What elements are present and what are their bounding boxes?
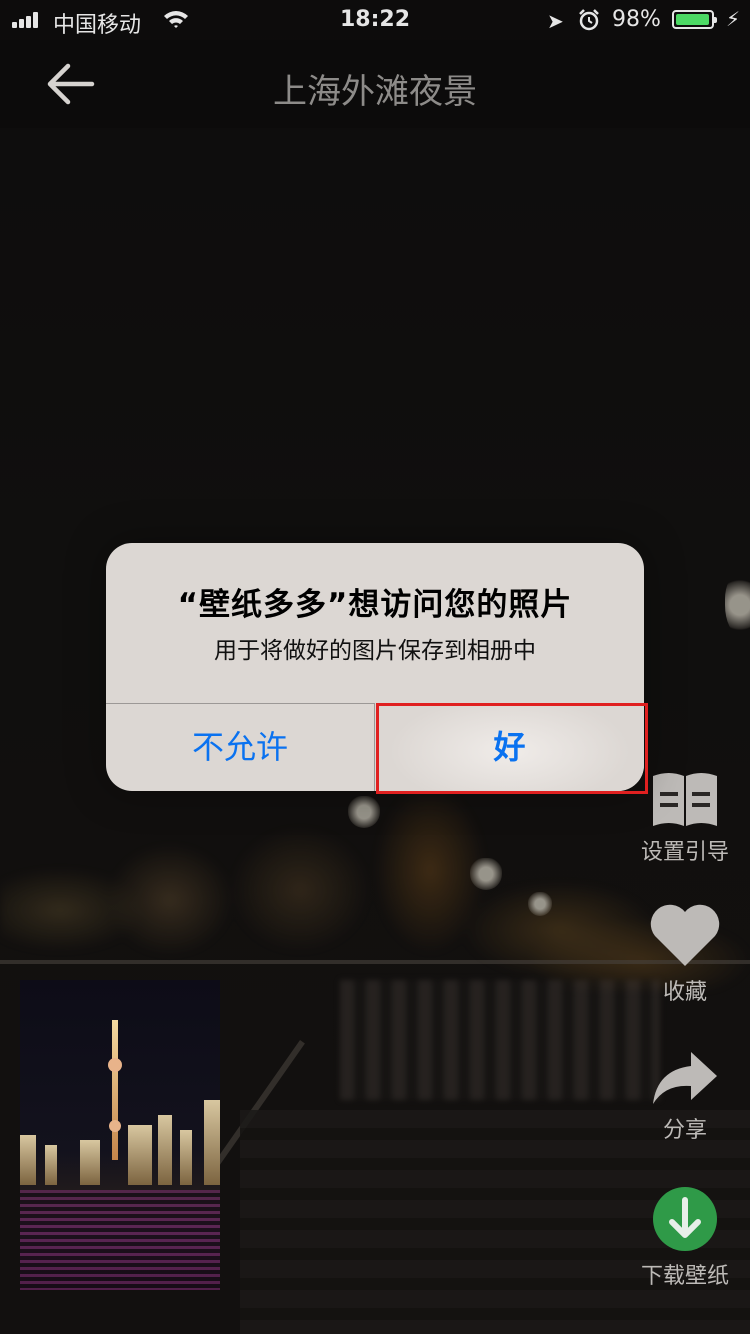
building (80, 1140, 100, 1185)
book-guide-icon (653, 773, 717, 826)
battery-percent: 98% (612, 7, 661, 32)
charging-bolt-icon: ⚡ (726, 7, 741, 31)
location-arrow-icon: ➤ (547, 9, 564, 33)
river-reflection (20, 1190, 220, 1290)
alarm-clock-icon (579, 9, 599, 31)
battery-fill (676, 14, 709, 25)
status-bar: 中国移动 18:22 ➤ 98% ⚡ (0, 0, 750, 40)
setup-guide-button[interactable]: 设置引导 (630, 770, 740, 866)
building (180, 1130, 192, 1185)
tool-label: 分享 (662, 1118, 707, 1143)
share-button[interactable]: 分享 (630, 1050, 740, 1144)
building (158, 1115, 172, 1185)
alert-title: “壁纸多多”想访问您的照片 (177, 587, 573, 623)
tool-label: 下载壁纸 (640, 1264, 729, 1289)
tool-label: 收藏 (662, 980, 707, 1005)
favorite-button[interactable]: 收藏 (630, 902, 740, 1006)
tower-sphere (109, 1120, 121, 1132)
nav-bar: 上海外滩夜景 (0, 40, 750, 128)
building (204, 1100, 220, 1185)
download-wallpaper-button[interactable]: 下载壁纸 (630, 1186, 740, 1290)
alert-message: 用于将做好的图片保存到相册中 (214, 638, 536, 664)
page-title: 上海外滩夜景 (273, 72, 477, 112)
pearl-tower (112, 1020, 118, 1160)
battery-icon (672, 10, 717, 29)
download-icon (653, 1187, 717, 1251)
allow-button[interactable]: 好 (375, 703, 644, 791)
building (20, 1135, 36, 1185)
tool-label: 设置引导 (640, 840, 729, 865)
tower-sphere (108, 1058, 122, 1072)
share-arrow-icon (653, 1052, 717, 1104)
photo-permission-alert: “壁纸多多”想访问您的照片 用于将做好的图片保存到相册中 不允许 好 (106, 543, 644, 791)
building (45, 1145, 57, 1185)
preview-thumbnail[interactable] (20, 980, 220, 1290)
heart-icon (650, 904, 720, 966)
deny-button[interactable]: 不允许 (106, 703, 374, 791)
building (128, 1125, 152, 1185)
